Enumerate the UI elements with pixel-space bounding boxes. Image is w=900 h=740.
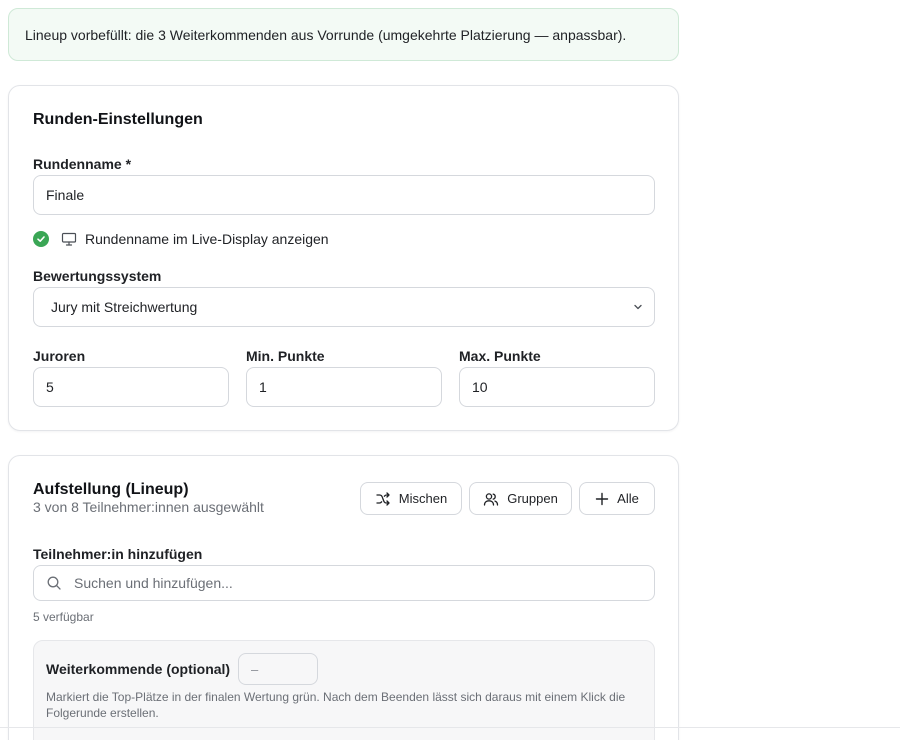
- show-in-display-label: Rundenname im Live-Display anzeigen: [85, 231, 329, 247]
- viewport-divider: [0, 727, 900, 728]
- prefill-notice: Lineup vorbefüllt: die 3 Weiterkommenden…: [8, 8, 679, 61]
- advancing-label: Weiterkommende (optional): [46, 661, 231, 677]
- plus-icon: [595, 492, 609, 506]
- check-circle-icon[interactable]: [33, 231, 49, 247]
- add-all-button[interactable]: Alle: [579, 482, 655, 515]
- lineup-card: Aufstellung (Lineup) 3 von 8 Teilnehmer:…: [8, 455, 679, 740]
- min-points-label: Min. Punkte: [246, 348, 325, 364]
- search-icon: [46, 575, 62, 591]
- advancing-panel: Weiterkommende (optional) – Markiert die…: [33, 640, 655, 740]
- judges-value: 5: [46, 379, 54, 395]
- advancing-input[interactable]: –: [238, 653, 318, 685]
- scoring-system-label: Bewertungssystem: [33, 268, 162, 284]
- advancing-value: –: [251, 661, 259, 677]
- show-in-display-toggle[interactable]: Rundenname im Live-Display anzeigen: [33, 231, 329, 247]
- lineup-title: Aufstellung (Lineup): [33, 481, 189, 498]
- advancing-help: Markiert die Top-Plätze in der finalen W…: [46, 690, 626, 720]
- round-settings-title: Runden-Einstellungen: [33, 111, 203, 128]
- min-points-input[interactable]: 1: [246, 367, 442, 407]
- judges-input[interactable]: 5: [33, 367, 229, 407]
- chevron-down-icon: [632, 301, 644, 313]
- max-points-input[interactable]: 10: [459, 367, 655, 407]
- round-name-input[interactable]: Finale: [33, 175, 655, 215]
- monitor-icon: [61, 231, 77, 247]
- groups-label: Gruppen: [507, 491, 558, 506]
- shuffle-icon: [375, 491, 391, 507]
- available-count: 5 verfügbar: [33, 610, 94, 624]
- round-settings-card: Runden-Einstellungen Rundenname * Finale…: [8, 85, 679, 431]
- add-participant-label: Teilnehmer:in hinzufügen: [33, 546, 203, 562]
- groups-button[interactable]: Gruppen: [469, 482, 572, 515]
- users-icon: [483, 491, 499, 507]
- judges-label: Juroren: [33, 348, 86, 364]
- shuffle-label: Mischen: [398, 491, 448, 506]
- shuffle-button[interactable]: Mischen: [360, 482, 462, 515]
- search-placeholder: Suchen und hinzufügen...: [74, 575, 233, 591]
- participant-search-input[interactable]: Suchen und hinzufügen...: [33, 565, 655, 601]
- scoring-system-value: Jury mit Streichwertung: [51, 299, 198, 315]
- add-all-label: Alle: [617, 491, 639, 506]
- prefill-notice-text: Lineup vorbefüllt: die 3 Weiterkommenden…: [25, 27, 627, 43]
- max-points-label: Max. Punkte: [459, 348, 541, 364]
- round-name-label: Rundenname *: [33, 156, 132, 172]
- lineup-subtitle: 3 von 8 Teilnehmer:innen ausgewählt: [33, 499, 264, 515]
- scoring-system-select[interactable]: Jury mit Streichwertung: [33, 287, 655, 327]
- min-points-value: 1: [259, 379, 267, 395]
- max-points-value: 10: [472, 379, 488, 395]
- round-name-value: Finale: [46, 187, 85, 203]
